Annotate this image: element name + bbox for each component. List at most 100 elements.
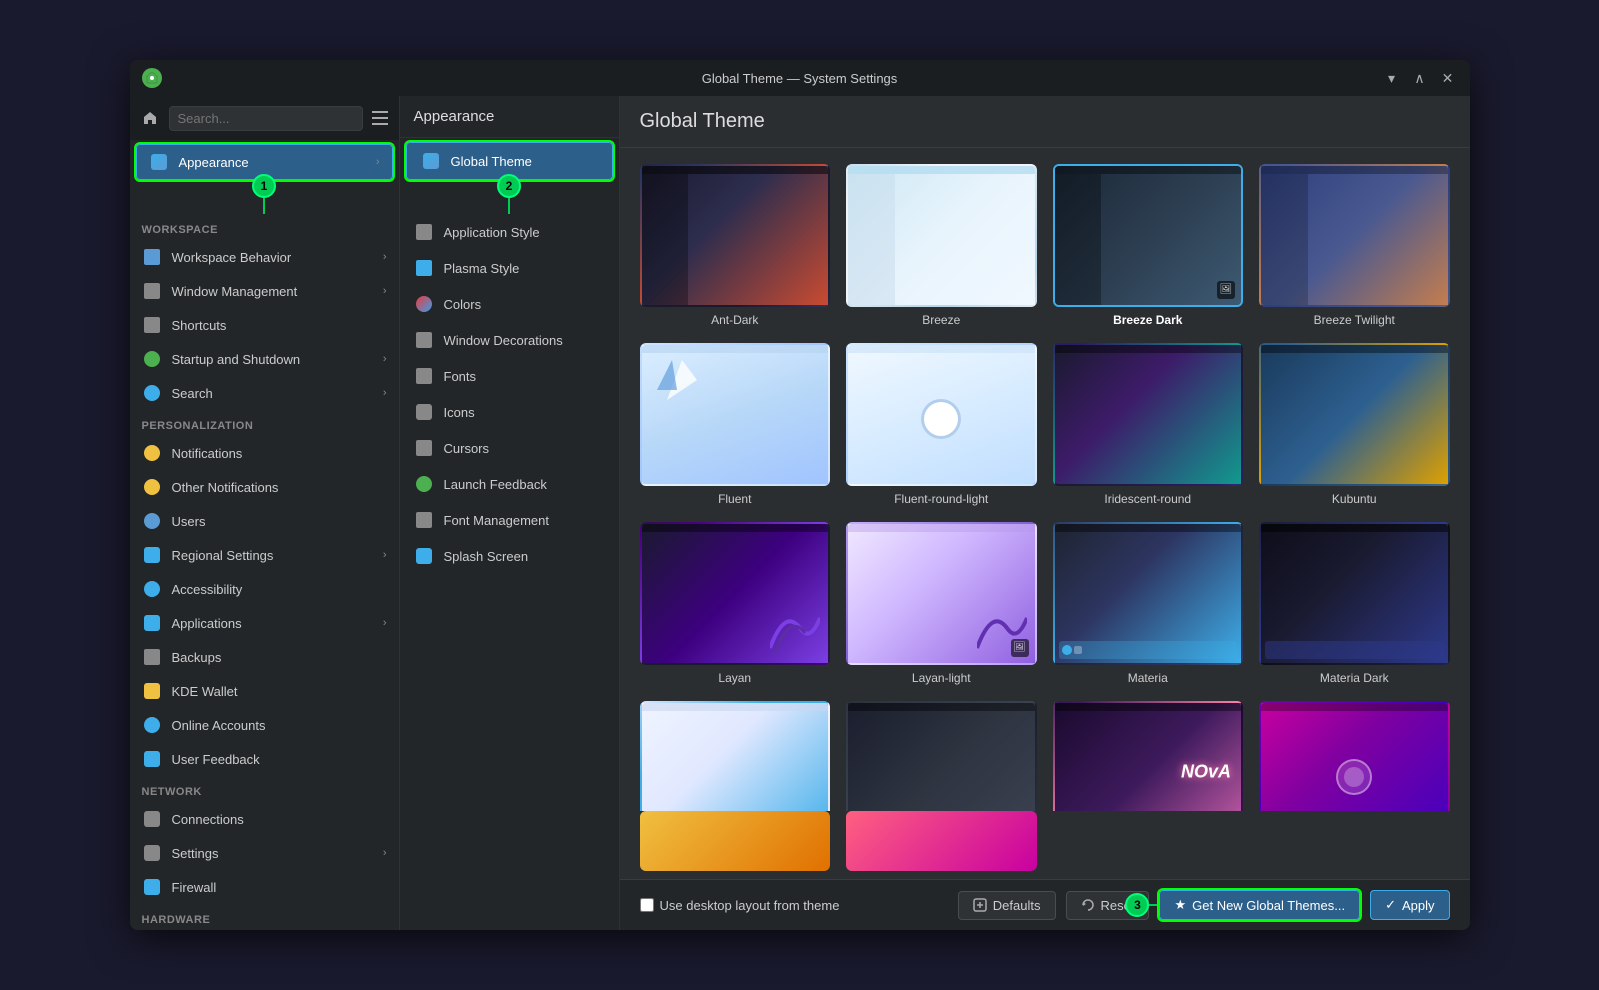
accessibility-icon xyxy=(142,579,162,599)
hamburger-menu-button[interactable] xyxy=(371,106,389,130)
sidebar-item-users[interactable]: Users xyxy=(130,504,399,538)
sidebar-header xyxy=(130,96,399,140)
minimize-button[interactable]: ▾ xyxy=(1382,68,1402,88)
sidebar-item-connections[interactable]: Connections xyxy=(130,802,399,836)
plasma-style-icon xyxy=(414,258,434,278)
sidebar-item-online-accounts[interactable]: Online Accounts xyxy=(130,708,399,742)
theme-breeze-twilight-name: Breeze Twilight xyxy=(1314,313,1395,327)
sidebar-item-user-feedback[interactable]: User Feedback xyxy=(130,742,399,776)
other-notifications-icon xyxy=(142,477,162,497)
apply-button-label: Apply xyxy=(1402,898,1435,913)
middle-item-splash-screen[interactable]: Splash Screen xyxy=(400,538,619,574)
middle-item-launch-feedback[interactable]: Launch Feedback xyxy=(400,466,619,502)
get-new-button-label: Get New Global Themes... xyxy=(1192,898,1345,913)
theme-breeze-dark[interactable]: 🖼 Breeze Dark xyxy=(1053,164,1244,327)
sidebar-item-accessibility[interactable]: Accessibility xyxy=(130,572,399,606)
theme-materia-dark-thumb xyxy=(1259,522,1450,665)
sidebar-item-backups-label: Backups xyxy=(172,650,222,665)
search-input[interactable] xyxy=(169,106,363,131)
backups-icon xyxy=(142,647,162,667)
annotation-1-label: 1 xyxy=(261,179,268,193)
theme-breeze[interactable]: Breeze xyxy=(846,164,1037,327)
get-new-global-themes-button[interactable]: ★ Get New Global Themes... xyxy=(1159,890,1360,920)
middle-item-colors-label: Colors xyxy=(444,297,482,312)
theme-layan-light[interactable]: 🖼 Layan-light xyxy=(846,522,1037,685)
theme-materia[interactable]: Materia xyxy=(1053,522,1244,685)
middle-item-cursors[interactable]: Cursors xyxy=(400,430,619,466)
sidebar-item-startup-shutdown[interactable]: Startup and Shutdown › xyxy=(130,342,399,376)
sidebar-item-firewall-label: Firewall xyxy=(172,880,217,895)
defaults-button[interactable]: Defaults xyxy=(958,891,1056,920)
middle-item-font-management[interactable]: Font Management xyxy=(400,502,619,538)
theme-materia-dark[interactable]: Materia Dark xyxy=(1259,522,1450,685)
desktop-layout-checkbox-label[interactable]: Use desktop layout from theme xyxy=(640,898,840,913)
fonts-icon xyxy=(414,366,434,386)
theme-layan[interactable]: Layan xyxy=(640,522,831,685)
middle-item-window-decorations[interactable]: Window Decorations xyxy=(400,322,619,358)
main-panel-title: Global Theme xyxy=(620,96,1470,148)
maximize-button[interactable]: ∧ xyxy=(1410,68,1430,88)
splash-screen-icon xyxy=(414,546,434,566)
section-header-network: Network xyxy=(130,776,399,802)
middle-item-icons[interactable]: Icons xyxy=(400,394,619,430)
theme-breeze-twilight[interactable]: Breeze Twilight xyxy=(1259,164,1450,327)
partial-theme-1[interactable] xyxy=(640,811,831,871)
middle-item-plasma-style[interactable]: Plasma Style xyxy=(400,250,619,286)
theme-iridescent-round-name: Iridescent-round xyxy=(1104,492,1191,506)
theme-ant-dark[interactable]: Ant-Dark xyxy=(640,164,831,327)
cursors-icon xyxy=(414,438,434,458)
font-management-icon xyxy=(414,510,434,530)
theme-orchis[interactable]: Orchis xyxy=(1259,701,1450,811)
sidebar-item-other-notifications[interactable]: Other Notifications xyxy=(130,470,399,504)
middle-item-fonts[interactable]: Fonts xyxy=(400,358,619,394)
middle-item-application-style[interactable]: Application Style xyxy=(400,214,619,250)
online-accounts-icon xyxy=(142,715,162,735)
theme-materia-light[interactable]: Materia Light xyxy=(640,701,831,811)
close-button[interactable]: ✕ xyxy=(1438,68,1458,88)
theme-breeze-thumb xyxy=(846,164,1037,307)
theme-fluent[interactable]: Fluent xyxy=(640,343,831,506)
theme-fluent-round-light[interactable]: Fluent-round-light xyxy=(846,343,1037,506)
sidebar-item-shortcuts[interactable]: Shortcuts xyxy=(130,308,399,342)
sidebar-item-search[interactable]: Search › xyxy=(130,376,399,410)
annotation-2: 2 xyxy=(497,174,521,198)
sidebar-item-backups[interactable]: Backups xyxy=(130,640,399,674)
sidebar-item-kde-wallet-label: KDE Wallet xyxy=(172,684,238,699)
window-controls: ▾ ∧ ✕ xyxy=(1382,68,1458,88)
sidebar-item-net-settings[interactable]: Settings › xyxy=(130,836,399,870)
system-settings-window: Global Theme — System Settings ▾ ∧ ✕ xyxy=(130,60,1470,930)
theme-iridescent-round[interactable]: Iridescent-round xyxy=(1053,343,1244,506)
theme-layan-name: Layan xyxy=(718,671,751,685)
middle-panel: Appearance Global Theme 2 Application St… xyxy=(400,96,620,930)
sidebar-item-workspace-behavior[interactable]: Workspace Behavior › xyxy=(130,240,399,274)
home-button[interactable] xyxy=(140,104,161,132)
breeze-dark-screenshot-icon: 🖼 xyxy=(1217,281,1235,299)
sidebar-item-window-management[interactable]: Window Management › xyxy=(130,274,399,308)
middle-item-global-theme-label: Global Theme xyxy=(451,154,532,169)
theme-nordic-darker[interactable]: Nordic-darker xyxy=(846,701,1037,811)
middle-item-colors[interactable]: Colors xyxy=(400,286,619,322)
sidebar-item-firewall[interactable]: Firewall xyxy=(130,870,399,904)
theme-fluent-round-light-thumb xyxy=(846,343,1037,486)
search-arrow: › xyxy=(383,387,387,399)
theme-kubuntu[interactable]: Kubuntu xyxy=(1259,343,1450,506)
sidebar-item-net-settings-label: Settings xyxy=(172,846,219,861)
desktop-layout-checkbox[interactable] xyxy=(640,898,654,912)
theme-nova-papilio[interactable]: NOvA Nova Papilio xyxy=(1053,701,1244,811)
net-settings-icon xyxy=(142,843,162,863)
sidebar-item-regional-settings[interactable]: Regional Settings › xyxy=(130,538,399,572)
sidebar-item-applications[interactable]: Applications › xyxy=(130,606,399,640)
sidebar-item-startup-shutdown-label: Startup and Shutdown xyxy=(172,352,301,367)
workspace-behavior-icon xyxy=(142,247,162,267)
sidebar-item-kde-wallet[interactable]: KDE Wallet xyxy=(130,674,399,708)
checkmark-icon: ✓ xyxy=(1385,897,1396,913)
rs-arrow: › xyxy=(383,549,387,561)
middle-panel-header: Appearance xyxy=(400,96,619,138)
partial-theme-2[interactable] xyxy=(846,811,1037,871)
theme-breeze-name: Breeze xyxy=(922,313,960,327)
theme-layan-thumb xyxy=(640,522,831,665)
apply-button[interactable]: ✓ Apply xyxy=(1370,890,1449,920)
annotation-1: 1 xyxy=(252,174,276,198)
middle-item-icons-label: Icons xyxy=(444,405,475,420)
sidebar-item-notifications[interactable]: Notifications xyxy=(130,436,399,470)
